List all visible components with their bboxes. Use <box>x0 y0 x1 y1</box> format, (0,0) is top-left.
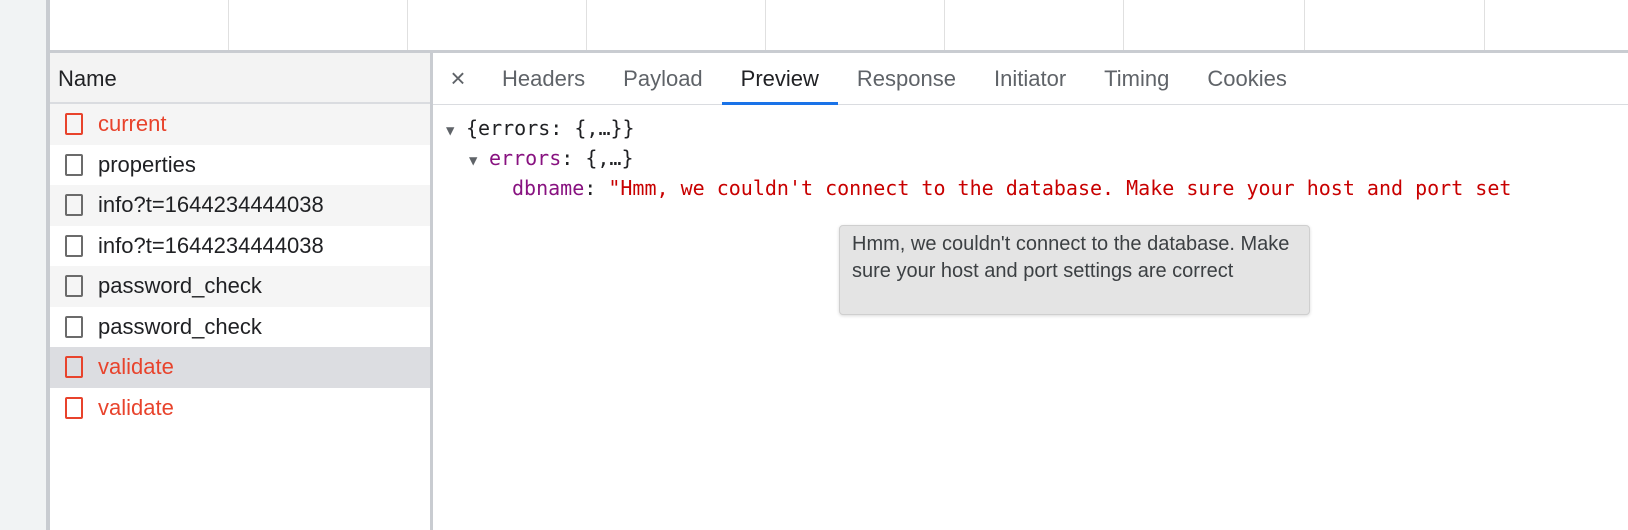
waterfall-overview[interactable] <box>50 0 1628 50</box>
request-name: password_check <box>98 313 262 339</box>
tab-cookies[interactable]: Cookies <box>1188 53 1305 104</box>
document-icon <box>65 315 83 338</box>
waterfall-column <box>587 0 766 50</box>
waterfall-column <box>1124 0 1305 50</box>
document-icon <box>65 396 83 419</box>
json-root-line[interactable]: ▼ {errors: {,…}} <box>446 116 635 140</box>
json-key: errors <box>489 146 562 170</box>
request-name: current <box>98 111 167 137</box>
document-icon <box>65 153 83 176</box>
json-errors-summary: {,…} <box>585 146 634 170</box>
tab-initiator[interactable]: Initiator <box>975 53 1085 104</box>
document-icon <box>65 275 83 298</box>
json-colon: : <box>561 146 586 170</box>
value-tooltip: Hmm, we couldn't connect to the database… <box>839 225 1310 315</box>
json-dbname-line[interactable]: dbname: "Hmm, we couldn't connect to the… <box>512 176 1511 200</box>
name-column-header[interactable]: Name <box>50 53 430 104</box>
json-key: dbname <box>512 176 585 200</box>
document-icon <box>65 113 83 136</box>
request-row[interactable]: password_check <box>50 266 430 307</box>
request-name: info?t=1644234444038 <box>98 192 324 218</box>
request-row[interactable]: info?t=1644234444038 <box>50 226 430 267</box>
document-icon <box>65 194 83 217</box>
waterfall-column <box>408 0 587 50</box>
request-list: current properties info?t=1644234444038 … <box>50 104 430 428</box>
detail-tabbar: × Headers Payload Preview Response Initi… <box>433 53 1628 105</box>
request-name: password_check <box>98 273 262 299</box>
json-root-summary: {errors: {,…}} <box>466 116 635 140</box>
document-icon <box>65 356 83 379</box>
left-gutter <box>0 0 46 530</box>
request-row[interactable]: password_check <box>50 307 430 348</box>
request-row-selected[interactable]: validate <box>50 347 430 388</box>
document-icon <box>65 234 83 257</box>
close-icon[interactable]: × <box>433 53 483 104</box>
tab-timing[interactable]: Timing <box>1085 53 1188 104</box>
waterfall-column <box>1305 0 1485 50</box>
request-name: properties <box>98 151 196 177</box>
waterfall-column <box>945 0 1124 50</box>
request-row[interactable]: properties <box>50 145 430 186</box>
waterfall-column <box>229 0 408 50</box>
request-list-panel: Name current properties info?t=164423444… <box>50 53 430 530</box>
triangle-down-icon[interactable]: ▼ <box>446 123 466 139</box>
request-name: validate <box>98 354 174 380</box>
request-row[interactable]: validate <box>50 388 430 429</box>
request-name: validate <box>98 394 174 420</box>
waterfall-column <box>766 0 945 50</box>
request-row[interactable]: info?t=1644234444038 <box>50 185 430 226</box>
tab-payload[interactable]: Payload <box>604 53 722 104</box>
json-string-value: "Hmm, we couldn't connect to the databas… <box>608 176 1512 200</box>
waterfall-column <box>50 0 229 50</box>
request-name: info?t=1644234444038 <box>98 232 324 258</box>
triangle-down-icon[interactable]: ▼ <box>469 153 489 169</box>
json-errors-line[interactable]: ▼ errors: {,…} <box>469 146 634 170</box>
json-colon: : <box>584 176 609 200</box>
request-row[interactable]: current <box>50 104 430 145</box>
tab-headers[interactable]: Headers <box>483 53 604 104</box>
tab-response[interactable]: Response <box>838 53 975 104</box>
tab-preview[interactable]: Preview <box>721 53 839 105</box>
